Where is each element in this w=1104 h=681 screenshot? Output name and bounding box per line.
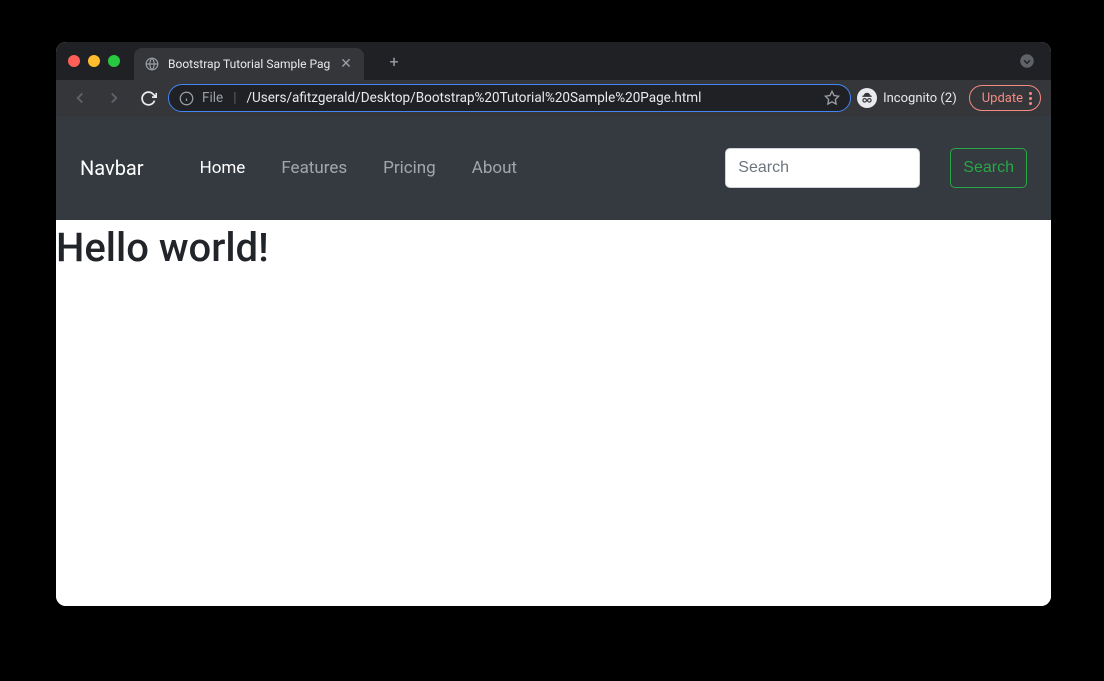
- globe-icon: [144, 56, 160, 72]
- traffic-lights: [68, 55, 120, 67]
- search-input[interactable]: [725, 148, 920, 188]
- page-content: Navbar Home Features Pricing About Searc…: [56, 116, 1051, 606]
- url-divider: |: [233, 90, 236, 106]
- reload-button[interactable]: [134, 84, 162, 112]
- window-maximize-button[interactable]: [108, 55, 120, 67]
- nav-links: Home Features Pricing About: [200, 158, 517, 178]
- browser-tab[interactable]: Bootstrap Tutorial Sample Page ✕: [134, 48, 364, 80]
- update-button[interactable]: Update: [969, 85, 1041, 111]
- back-button[interactable]: [66, 84, 94, 112]
- incognito-badge[interactable]: Incognito (2): [857, 88, 957, 108]
- new-tab-button[interactable]: +: [380, 47, 408, 75]
- tab-bar: Bootstrap Tutorial Sample Page ✕ +: [56, 42, 1051, 80]
- navbar-brand[interactable]: Navbar: [80, 156, 144, 180]
- update-label: Update: [982, 91, 1023, 106]
- browser-window: Bootstrap Tutorial Sample Page ✕ +: [56, 42, 1051, 606]
- navbar-right: Search: [725, 148, 1027, 188]
- incognito-icon: [857, 88, 877, 108]
- navbar: Navbar Home Features Pricing About Searc…: [56, 116, 1051, 220]
- nav-link-home[interactable]: Home: [200, 158, 246, 178]
- nav-link-about[interactable]: About: [472, 158, 517, 178]
- address-bar: File | /Users/afitzgerald/Desktop/Bootst…: [56, 80, 1051, 116]
- menu-dots-icon: [1029, 92, 1032, 105]
- incognito-label: Incognito (2): [883, 91, 957, 106]
- close-icon[interactable]: ✕: [338, 56, 354, 72]
- tab-title: Bootstrap Tutorial Sample Page: [168, 57, 330, 71]
- url-path: /Users/afitzgerald/Desktop/Bootstrap%20T…: [246, 90, 816, 106]
- url-bar[interactable]: File | /Users/afitzgerald/Desktop/Bootst…: [168, 84, 851, 112]
- chevron-down-icon[interactable]: [1015, 49, 1039, 73]
- info-icon[interactable]: [179, 91, 194, 106]
- nav-link-features[interactable]: Features: [281, 158, 347, 178]
- nav-link-pricing[interactable]: Pricing: [383, 158, 436, 178]
- url-protocol: File: [202, 90, 223, 106]
- forward-button[interactable]: [100, 84, 128, 112]
- bookmark-star-icon[interactable]: [824, 90, 840, 106]
- search-button[interactable]: Search: [950, 148, 1027, 188]
- page-heading: Hello world!: [56, 220, 1051, 271]
- window-close-button[interactable]: [68, 55, 80, 67]
- window-minimize-button[interactable]: [88, 55, 100, 67]
